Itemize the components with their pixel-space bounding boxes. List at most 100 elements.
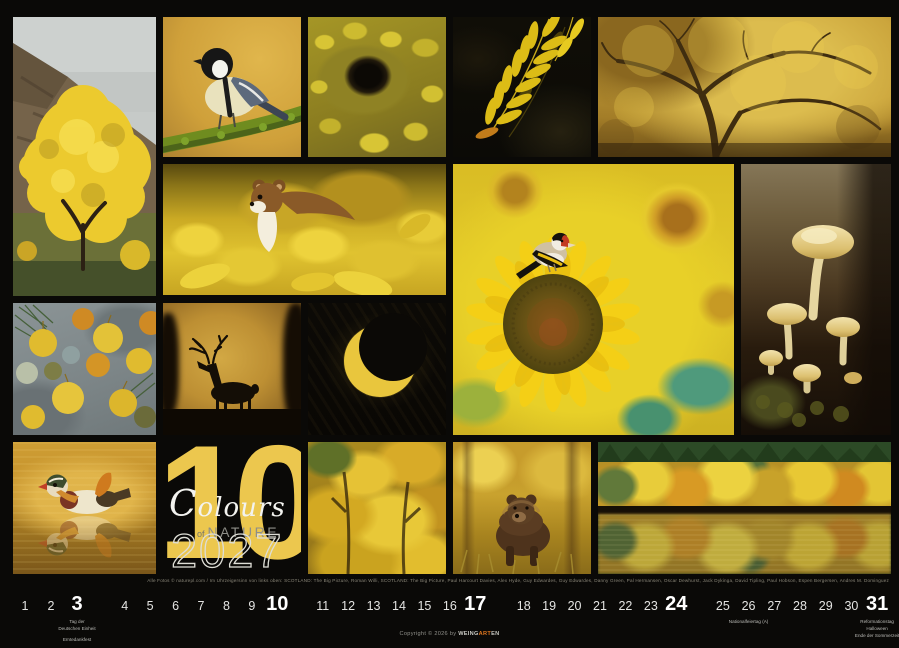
day-number: 19 <box>542 600 556 613</box>
week-4: 18 19 20 21 22 23 24 <box>511 594 689 615</box>
brown-bear-illustration <box>453 442 591 574</box>
calendar-day-3: 3Tag derDeutschen EinheitErntedankfest <box>64 594 90 615</box>
autumn-foliage-illustration <box>308 442 446 574</box>
autumn-tree-illustration <box>13 17 156 296</box>
calendar-day-10: 10 <box>265 594 290 615</box>
photo-mandarin-duck <box>13 442 156 574</box>
day-number: 26 <box>742 600 756 613</box>
day-number: 27 <box>767 600 781 613</box>
day-number: 3 <box>71 594 82 614</box>
day-number: 7 <box>198 600 205 613</box>
calendar-day-8: 8 <box>214 597 239 615</box>
week-3: 11 12 13 14 15 16 17 <box>310 594 488 615</box>
calendar-day-26: 26Nationalfeiertag (A) <box>736 597 762 615</box>
mandarin-duck-illustration <box>13 442 156 574</box>
calendar-day-21: 21 <box>587 597 612 615</box>
holiday-label: ReformationstagHalloweenEnde der Sommerz… <box>854 618 899 639</box>
photo-mushrooms <box>741 164 891 435</box>
photo-crescent-moon <box>308 303 446 435</box>
ash-leaves-illustration <box>453 17 591 157</box>
water-sheen <box>598 514 891 574</box>
fallen-leaves-illustration <box>13 303 156 435</box>
day-number: 20 <box>568 600 582 613</box>
photo-brown-bear <box>453 442 591 574</box>
stoat-illustration <box>163 164 446 295</box>
calendar-day-11: 11 <box>310 597 335 615</box>
photo-golden-tree <box>598 17 891 157</box>
calendar-day-14: 14 <box>386 597 411 615</box>
title-tile: 10 Colours ofNATURE 2027 <box>163 442 301 574</box>
calendar-day-19: 19 <box>536 597 561 615</box>
day-number: 16 <box>443 600 457 613</box>
calendar-title: Colours <box>169 484 286 525</box>
calendar-day-2: 2 <box>38 597 64 615</box>
date-strip: 123Tag derDeutschen EinheitErntedankfest… <box>0 588 899 648</box>
day-number: 25 <box>716 600 730 613</box>
day-number: 9 <box>248 600 255 613</box>
sunflower-illustration <box>453 164 734 435</box>
photo-autumn-foliage <box>308 442 446 574</box>
crescent-moon-illustration <box>308 303 446 435</box>
tree-cavity-shape <box>344 55 392 97</box>
photo-great-tit <box>163 17 301 157</box>
calendar-day-18: 18 <box>511 597 536 615</box>
conifer-strip-illustration <box>598 442 891 462</box>
photo-credits: Alle Fotos © naturepl.com / Im Uhrzeiger… <box>147 578 889 583</box>
calendar-day-25: 25 <box>710 597 736 615</box>
day-number: 14 <box>392 600 406 613</box>
day-number: 5 <box>147 600 154 613</box>
day-number: 24 <box>665 594 687 614</box>
day-number: 21 <box>593 600 607 613</box>
calendar-day-16: 16 <box>437 597 462 615</box>
photo-moss-cavity <box>308 17 446 157</box>
calendar-day-24: 24 <box>664 594 689 615</box>
holiday-label: Tag derDeutschen EinheitErntedankfest <box>54 618 100 643</box>
calendar-day-9: 9 <box>239 597 264 615</box>
calendar-day-12: 12 <box>335 597 360 615</box>
day-number: 15 <box>417 600 431 613</box>
photo-ash-leaves <box>453 17 591 157</box>
calendar-day-4: 4 <box>112 597 137 615</box>
day-number: 6 <box>172 600 179 613</box>
day-number: 13 <box>367 600 381 613</box>
day-number: 22 <box>618 600 632 613</box>
photo-fallen-leaves <box>13 303 156 435</box>
day-number: 18 <box>517 600 531 613</box>
calendar-day-5: 5 <box>137 597 162 615</box>
day-number: 10 <box>266 594 288 614</box>
day-number: 12 <box>341 600 355 613</box>
great-tit-illustration <box>163 17 301 157</box>
day-number: 29 <box>819 600 833 613</box>
week-2: 4 5 6 7 8 9 10 <box>112 594 290 615</box>
photo-goldfinch-sunflowers <box>453 164 734 435</box>
calendar-day-28: 28 <box>787 597 813 615</box>
calendar-day-17: 17 <box>463 594 488 615</box>
photo-lake-reflection <box>598 442 891 574</box>
mushrooms-illustration <box>741 164 891 435</box>
calendar-day-13: 13 <box>361 597 386 615</box>
photo-stag-silhouette <box>163 303 301 435</box>
day-number: 17 <box>464 594 486 614</box>
day-number: 1 <box>22 600 29 613</box>
calendar-day-23: 23 <box>638 597 663 615</box>
week-5: 25 26Nationalfeiertag (A) 27 28 29 3031Reform… <box>710 594 890 615</box>
photo-autumn-tree <box>13 17 156 296</box>
week-1: 1 2 3Tag derDeutschen EinheitErntedankfest <box>12 594 90 615</box>
calendar-day-1: 1 <box>12 597 38 615</box>
calendar-day-15: 15 <box>412 597 437 615</box>
photo-stoat <box>163 164 446 295</box>
calendar-day-20: 20 <box>562 597 587 615</box>
day-number: 23 <box>644 600 658 613</box>
calendar-page: 10 Colours ofNATURE 2027 <box>0 0 899 648</box>
calendar-day-30: 30 <box>839 597 865 615</box>
day-number: 4 <box>121 600 128 613</box>
day-number: 2 <box>48 600 55 613</box>
day-number: 31 <box>866 594 888 614</box>
calendar-day-31: 31ReformationstagHalloweenEnde der Somme… <box>864 594 890 615</box>
day-number: 8 <box>223 600 230 613</box>
day-number: 11 <box>316 600 329 613</box>
calendar-day-27: 27 <box>761 597 787 615</box>
holiday-label: Nationalfeiertag (A) <box>726 618 772 625</box>
day-number: 28 <box>793 600 807 613</box>
calendar-day-6: 6 <box>163 597 188 615</box>
